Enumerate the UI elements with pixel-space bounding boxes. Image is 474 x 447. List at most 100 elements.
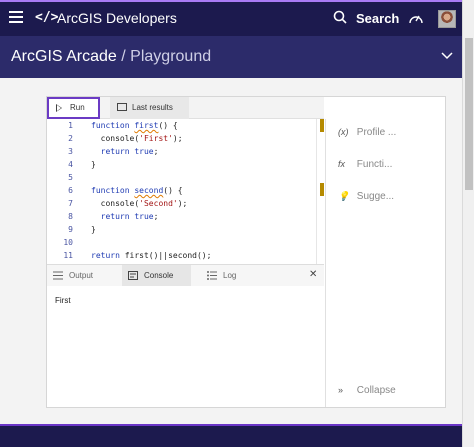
code-token: return (100, 147, 135, 156)
code-token: return (91, 251, 125, 260)
code-line[interactable]: 5 (47, 173, 317, 186)
page-header: ArcGIS Arcade / Playground (0, 36, 462, 78)
dashboard-icon[interactable] (408, 11, 424, 25)
code-token: ); (177, 199, 188, 208)
code-line[interactable]: 7 console('Second'); (47, 199, 317, 212)
code-line[interactable]: 9} (47, 225, 317, 238)
functions-item[interactable]: fx Functi... (338, 159, 392, 170)
double-chevron-icon: » (338, 385, 344, 395)
tab-console-label: Console (144, 271, 174, 280)
collapse-button[interactable]: » Collapse (338, 385, 396, 396)
console-icon (128, 271, 138, 280)
title-sub: Playground (130, 48, 212, 65)
suggestions-label: Sugge... (356, 191, 395, 202)
title-main: ArcGIS Arcade (11, 48, 117, 65)
global-header: </> ArcGIS Developers Search (0, 2, 462, 36)
line-code: } (91, 225, 96, 234)
brand-name[interactable]: ArcGIS Developers (57, 10, 177, 26)
close-icon[interactable]: ✕ (309, 269, 317, 280)
line-code: } (91, 160, 96, 169)
code-token: second (134, 186, 164, 195)
code-token: function (91, 186, 135, 195)
side-panel: (x) Profile ... fx Functi... 💡 Sugge... … (325, 119, 446, 407)
code-token: function (91, 121, 135, 130)
code-token: ; (153, 147, 159, 156)
list-icon (53, 271, 63, 280)
line-number: 1 (68, 121, 73, 130)
suggestions-item[interactable]: 💡 Sugge... (338, 191, 394, 202)
user-avatar[interactable] (438, 10, 456, 28)
code-token: true (134, 212, 154, 221)
page-scrollbar[interactable] (462, 0, 474, 447)
function-icon: fx (338, 159, 346, 169)
code-token: first()||second(); (124, 251, 212, 260)
tab-output[interactable]: Output (47, 265, 122, 287)
code-line[interactable]: 11 return first()||second(); (47, 251, 317, 264)
line-number: 9 (68, 225, 73, 234)
code-editor[interactable]: 1 function first() {2 console('First'); 3 … (47, 119, 324, 264)
line-number: 10 (63, 238, 73, 247)
scrollbar-thumb[interactable] (465, 38, 473, 190)
code-line[interactable]: 8 return true; (47, 212, 317, 225)
play-icon (56, 104, 62, 112)
results-icon (117, 103, 127, 111)
run-button[interactable]: Run (47, 97, 100, 119)
code-token: 'Second' (139, 199, 178, 208)
playground-panel: Run Last results 1 function first() {2 co… (46, 96, 446, 408)
code-token: () { (158, 121, 178, 130)
search-icon[interactable] (333, 10, 347, 24)
variable-icon: (x) (338, 127, 349, 137)
line-number: 8 (68, 212, 73, 221)
page-title: ArcGIS Arcade / Playground (11, 48, 211, 66)
last-results-label: Last results (132, 103, 173, 112)
line-code: console('First'); (91, 134, 183, 143)
code-line[interactable]: 1 function first() { (47, 121, 317, 134)
code-token: 'First' (139, 134, 173, 143)
last-results-button[interactable]: Last results (110, 97, 189, 119)
code-token: ); (172, 134, 183, 143)
line-number: 4 (68, 160, 73, 169)
tab-console[interactable]: Console (122, 265, 191, 287)
line-number: 6 (68, 186, 73, 195)
line-number: 11 (63, 251, 73, 260)
line-code: function second() { (91, 186, 183, 195)
console-line: First (55, 296, 71, 305)
run-label: Run (70, 103, 85, 112)
line-code: return first()||second(); (91, 251, 211, 260)
profile-variables-item[interactable]: (x) Profile ... (338, 127, 396, 138)
code-logo-icon[interactable]: </> (35, 10, 58, 25)
warning-marker (320, 119, 324, 132)
code-token: } (91, 160, 96, 169)
line-code: return true; (91, 147, 159, 156)
tab-output-label: Output (69, 271, 94, 280)
code-line[interactable]: 10 (47, 238, 317, 251)
chevron-down-icon[interactable] (441, 52, 453, 60)
code-token: console( (91, 199, 140, 208)
profile-label: Profile ... (356, 127, 397, 138)
tab-log-label: Log (223, 271, 237, 280)
menu-icon[interactable] (9, 11, 23, 25)
line-number: 2 (68, 134, 73, 143)
code-token: first (134, 121, 159, 130)
lightbulb-icon: 💡 (338, 191, 350, 201)
code-token: } (91, 225, 96, 234)
line-number: 3 (68, 147, 73, 156)
tab-log[interactable]: Log (201, 265, 271, 287)
console-output: First (47, 286, 324, 407)
line-code: function first() { (91, 121, 178, 130)
line-number: 7 (68, 199, 73, 208)
line-code: console('Second'); (91, 199, 188, 208)
code-token: true (134, 147, 154, 156)
title-separator: / (116, 48, 131, 65)
code-token: console( (91, 134, 140, 143)
code-line[interactable]: 3 return true; (47, 147, 317, 160)
code-line[interactable]: 2 console('First'); (47, 134, 317, 147)
collapse-label: Collapse (356, 385, 396, 396)
search-button[interactable]: Search (356, 11, 399, 26)
code-token: () { (163, 186, 183, 195)
footer-bar (0, 426, 462, 447)
code-line[interactable]: 6 function second() { (47, 186, 317, 199)
code-line[interactable]: 4} (47, 160, 317, 173)
